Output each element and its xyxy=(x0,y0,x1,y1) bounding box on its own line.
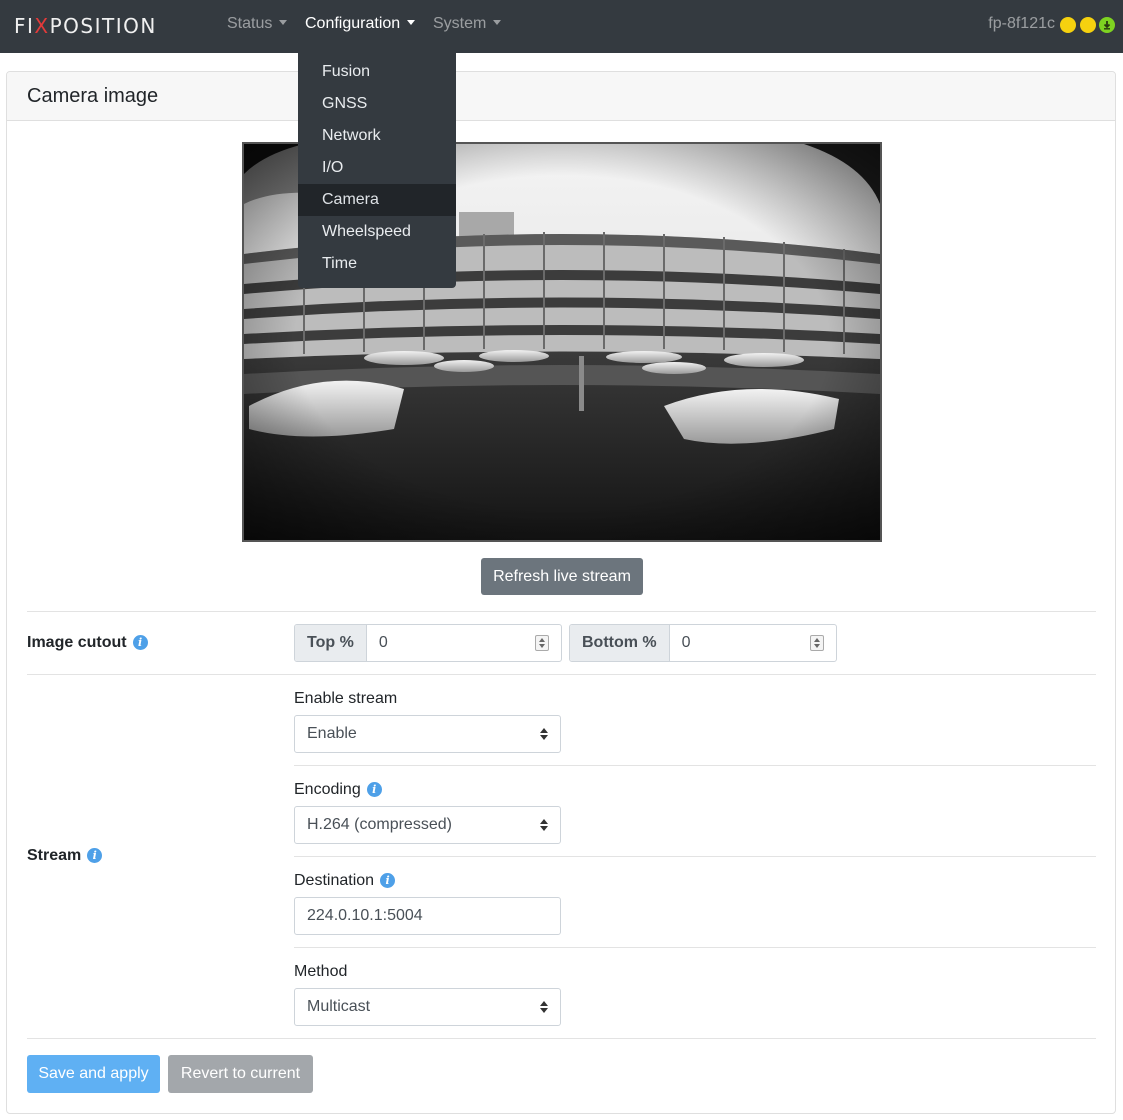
destination-label: Destination i xyxy=(294,872,396,890)
menu-item-network[interactable]: Network xyxy=(298,120,456,152)
brand-logo[interactable]: FIXPOSITION xyxy=(14,14,157,38)
chevron-down-icon xyxy=(279,20,288,25)
method-label: Method xyxy=(294,963,348,980)
camera-card: Camera image Refresh live stream Image c… xyxy=(6,71,1116,1114)
divider xyxy=(27,674,1096,675)
nav-system[interactable]: System xyxy=(433,15,502,33)
refresh-live-stream-button[interactable]: Refresh live stream xyxy=(481,558,643,595)
chevron-down-icon xyxy=(407,20,416,25)
divider xyxy=(294,947,1096,948)
menu-item-io[interactable]: I/O xyxy=(298,152,456,184)
top-percent-input[interactable]: 0 xyxy=(367,625,561,661)
menu-item-fusion[interactable]: Fusion xyxy=(298,56,456,88)
device-name: fp-8f121c xyxy=(988,15,1055,32)
info-icon[interactable]: i xyxy=(87,848,103,863)
nav-status[interactable]: Status xyxy=(227,15,288,33)
encoding-label: Encoding i xyxy=(294,781,382,799)
divider xyxy=(294,856,1096,857)
status-indicator-icon[interactable] xyxy=(1060,17,1076,33)
divider xyxy=(294,765,1096,766)
bottom-percent-input[interactable]: 0 xyxy=(670,625,836,661)
chevron-down-icon xyxy=(493,20,502,25)
number-stepper-icon[interactable] xyxy=(535,635,549,651)
select-arrows-icon xyxy=(540,819,548,831)
configuration-dropdown-menu: Fusion GNSS Network I/O Camera Wheelspee… xyxy=(298,49,456,288)
info-icon[interactable]: i xyxy=(132,635,148,650)
top-percent-label: Top % xyxy=(295,625,367,661)
bottom-percent-label: Bottom % xyxy=(570,625,670,661)
menu-item-time[interactable]: Time xyxy=(298,248,456,280)
save-and-apply-button[interactable]: Save and apply xyxy=(27,1055,160,1093)
divider xyxy=(27,611,1096,612)
method-select[interactable]: Multicast xyxy=(294,988,561,1026)
select-arrows-icon xyxy=(540,728,548,740)
encoding-select[interactable]: H.264 (compressed) xyxy=(294,806,561,844)
revert-to-current-button[interactable]: Revert to current xyxy=(168,1055,313,1093)
select-arrows-icon xyxy=(540,1001,548,1013)
top-percent-group: Top % 0 xyxy=(294,624,562,662)
divider xyxy=(27,1038,1096,1039)
menu-item-gnss[interactable]: GNSS xyxy=(298,88,456,120)
stream-label: Stream i xyxy=(27,847,103,865)
status-indicator-icon[interactable] xyxy=(1080,17,1096,33)
number-stepper-icon[interactable] xyxy=(810,635,824,651)
nav-system-label: System xyxy=(433,15,487,32)
image-cutout-label: Image cutout i xyxy=(27,634,148,652)
info-icon[interactable]: i xyxy=(380,873,396,888)
nav-configuration[interactable]: Configuration xyxy=(305,15,416,33)
info-icon[interactable]: i xyxy=(366,782,382,797)
top-navbar: FIXPOSITION Status Configuration System … xyxy=(0,0,1123,53)
card-title: Camera image xyxy=(7,72,1115,121)
menu-item-wheelspeed[interactable]: Wheelspeed xyxy=(298,216,456,248)
nav-configuration-label: Configuration xyxy=(305,15,401,32)
enable-stream-select[interactable]: Enable xyxy=(294,715,561,753)
download-status-icon[interactable] xyxy=(1099,17,1115,33)
bottom-percent-group: Bottom % 0 xyxy=(569,624,837,662)
destination-input[interactable]: 224.0.10.1:5004 xyxy=(294,897,561,935)
menu-item-camera[interactable]: Camera xyxy=(298,184,456,216)
enable-stream-label: Enable stream xyxy=(294,690,398,707)
nav-status-label: Status xyxy=(227,15,273,32)
